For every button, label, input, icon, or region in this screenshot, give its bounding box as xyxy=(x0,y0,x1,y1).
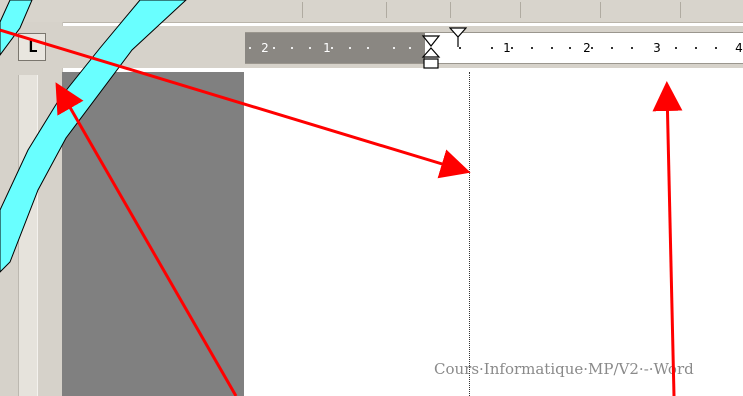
ruler-left-margin[interactable] xyxy=(245,33,425,63)
vertical-ruler[interactable] xyxy=(18,75,38,396)
left-margin-area xyxy=(62,72,244,396)
tab-selector-button[interactable]: L xyxy=(18,33,46,61)
ruler-number: 3 xyxy=(653,41,661,55)
left-tab-icon: L xyxy=(28,37,38,56)
ruler-number: 2 xyxy=(583,41,591,55)
column-guide-line xyxy=(469,72,470,396)
toolbar-strip xyxy=(0,0,743,23)
ruler-number: 2 xyxy=(261,41,269,55)
ruler-number: 1 xyxy=(323,41,331,55)
document-text: Cours·Informatique·MP/V2·-·Word xyxy=(434,360,694,378)
ruler-number: 1 xyxy=(503,41,511,55)
ruler-track[interactable]: 2 1 1 2 3 4 xyxy=(245,27,743,69)
first-line-indent-icon[interactable] xyxy=(449,27,467,49)
horizontal-ruler[interactable]: 2 1 1 2 3 4 xyxy=(62,26,743,69)
ruler-number: 4 xyxy=(735,41,743,55)
document-page[interactable] xyxy=(244,72,743,396)
hanging-indent-icon[interactable] xyxy=(421,35,441,71)
word-window: 2 1 1 2 3 4 L Cours·Informatique·MP/V2·-… xyxy=(0,0,743,396)
